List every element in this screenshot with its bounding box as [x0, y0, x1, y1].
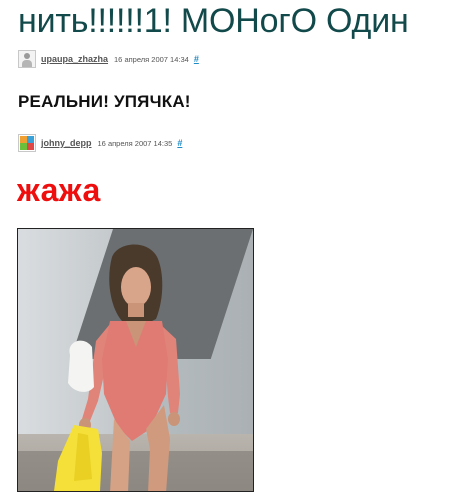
colorful-avatar-icon[interactable] — [18, 134, 36, 152]
post-author-link[interactable]: upaupa_zhazha — [41, 54, 108, 64]
post-title: нить!!!!!!1! МОНогО Один — [18, 2, 409, 40]
photo-person-with-bag-icon — [17, 228, 254, 492]
comment-text: РЕАЛЬНИ! УПЯЧКА! — [18, 92, 191, 111]
post-permalink[interactable]: # — [194, 54, 199, 64]
comment-date: 16 апреля 2007 14:35 — [97, 138, 173, 148]
comment-meta: johny_depp 16 апреля 2007 14:35 # — [18, 134, 182, 152]
comment-permalink[interactable]: # — [177, 138, 182, 148]
comment-red-text: жажа — [17, 172, 101, 208]
post-date: 16 апреля 2007 14:34 — [114, 54, 189, 64]
comment-author-link[interactable]: johny_depp — [41, 138, 92, 148]
post-meta: upaupa_zhazha 16 апреля 2007 14:34 # — [18, 50, 199, 68]
default-user-avatar-icon[interactable] — [18, 50, 36, 68]
